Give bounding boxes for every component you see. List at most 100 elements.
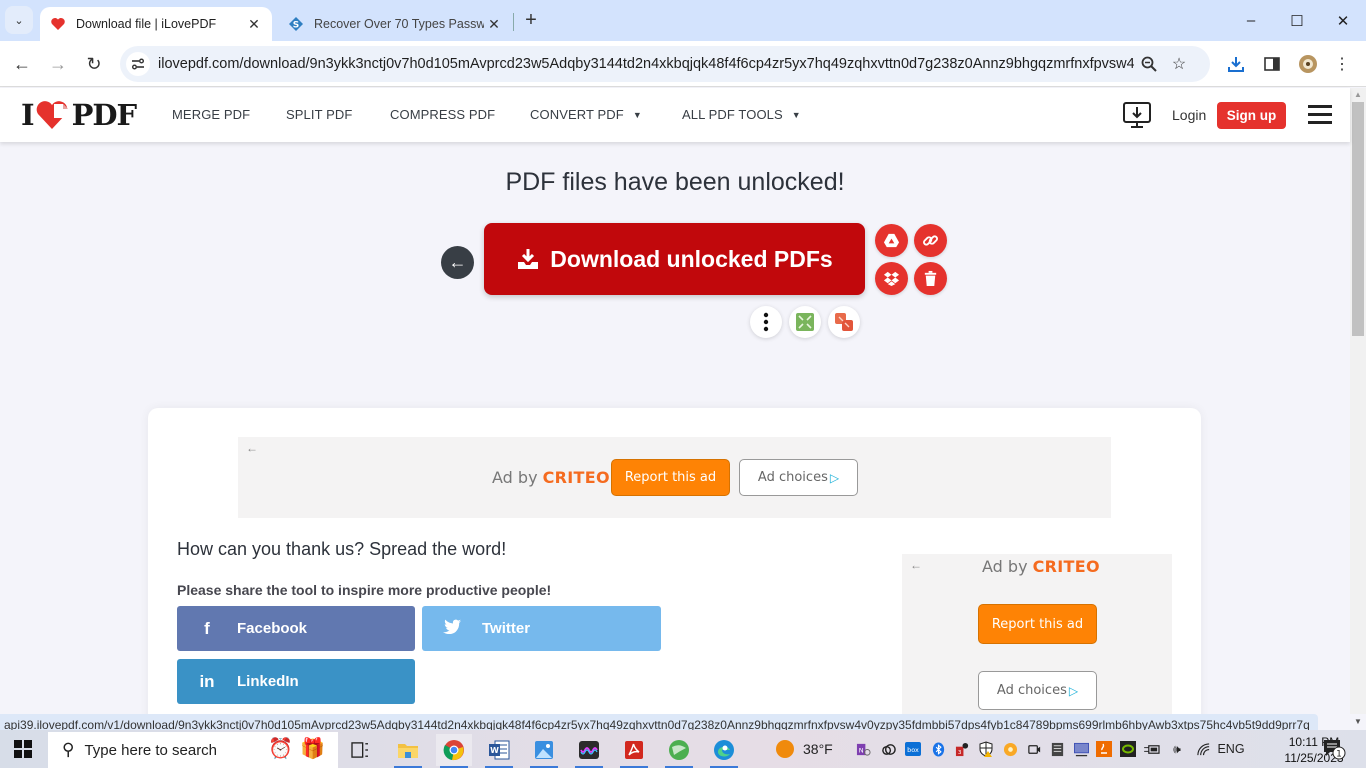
reload-button[interactable]: ↻: [80, 50, 108, 78]
side-panel-button[interactable]: [1258, 50, 1286, 78]
close-tab-icon[interactable]: ✕: [484, 14, 504, 34]
url-text[interactable]: ilovepdf.com/download/9n3ykk3nctj0v7h0d1…: [158, 56, 1134, 72]
ad-choices-button[interactable]: Ad choices ▷: [978, 671, 1097, 710]
weather-temperature[interactable]: 38°F: [803, 738, 833, 760]
search-placeholder: Type here to search: [84, 741, 218, 759]
wifi-icon[interactable]: [1193, 738, 1213, 760]
share-card: ← Ad by CRITEO Report this ad Ad choices…: [148, 408, 1201, 738]
scroll-down-arrow-icon[interactable]: ▼: [1354, 717, 1362, 726]
chrome-menu-button[interactable]: ⋮: [1328, 50, 1356, 78]
nav-convert-pdf[interactable]: CONVERT PDF ▼: [530, 107, 642, 122]
arrow-left-icon: ←: [13, 53, 31, 74]
tab-search-button[interactable]: ⌄: [5, 6, 33, 34]
address-bar[interactable]: ilovepdf.com/download/9n3ykk3nctj0v7h0d1…: [120, 46, 1210, 82]
onenote-tray-icon[interactable]: N: [854, 738, 872, 760]
app-tray-icon[interactable]: 3: [953, 738, 971, 760]
photos-icon[interactable]: [526, 734, 562, 768]
input-language[interactable]: ENG: [1217, 738, 1245, 760]
ad-choices-label: Ad choices: [996, 683, 1067, 698]
bluetooth-icon[interactable]: [929, 738, 947, 760]
share-facebook-button[interactable]: f Facebook: [177, 606, 415, 651]
edge-icon[interactable]: [706, 734, 742, 768]
report-ad-button[interactable]: Report this ad: [611, 459, 730, 496]
page-title: PDF files have been unlocked!: [505, 168, 845, 196]
close-window-button[interactable]: ✕: [1320, 0, 1366, 41]
display-tray-icon[interactable]: [1071, 738, 1091, 760]
windows-start-icon[interactable]: [14, 740, 32, 758]
notification-count: 1: [1336, 750, 1342, 760]
flower-app-icon[interactable]: [1001, 738, 1019, 760]
desktop-app-download-button[interactable]: [1122, 101, 1152, 129]
bookmark-star-icon[interactable]: ☆: [1164, 49, 1194, 79]
share-linkedin-button[interactable]: in LinkedIn: [177, 659, 415, 704]
more-options-button[interactable]: [750, 306, 782, 338]
page-scrollbar[interactable]: ▲ ▼: [1350, 88, 1366, 726]
save-to-google-drive-button[interactable]: [875, 224, 908, 257]
profile-avatar[interactable]: [1294, 50, 1322, 78]
hamburger-menu-icon[interactable]: [1308, 105, 1332, 125]
ad-choices-button[interactable]: Ad choices ▷: [739, 459, 858, 496]
login-link[interactable]: Login: [1172, 107, 1206, 123]
site-info-icon[interactable]: [126, 52, 150, 76]
windows-security-warning-icon[interactable]: [977, 738, 995, 760]
back-arrow-button[interactable]: ←: [441, 246, 474, 279]
nav-merge-pdf[interactable]: MERGE PDF: [172, 107, 250, 122]
tab-ilovepdf[interactable]: Download file | iLovePDF ✕: [40, 7, 272, 41]
minimize-button[interactable]: –: [1228, 0, 1274, 41]
maximize-button[interactable]: ☐: [1274, 0, 1320, 41]
nav-all-pdf-tools[interactable]: ALL PDF TOOLS ▼: [682, 107, 801, 122]
battery-plugged-icon[interactable]: [1143, 738, 1161, 760]
alarm-clock-icon: ⏰: [268, 738, 293, 760]
share-twitter-button[interactable]: Twitter: [422, 606, 661, 651]
task-view-icon[interactable]: [342, 734, 378, 766]
tab-passfab[interactable]: S Recover Over 70 Types Passwor ✕: [278, 7, 512, 41]
download-unlocked-pdfs-button[interactable]: Download unlocked PDFs: [484, 223, 865, 295]
delete-files-button[interactable]: [914, 262, 947, 295]
arrow-right-icon: →: [49, 53, 67, 74]
copy-link-button[interactable]: [914, 224, 947, 257]
chrome-icon[interactable]: [436, 734, 472, 768]
audio-app-icon[interactable]: [571, 734, 607, 768]
close-tab-icon[interactable]: ✕: [244, 14, 264, 34]
caret-down-icon: ▼: [632, 110, 642, 120]
java-update-icon[interactable]: [1095, 738, 1113, 760]
compress-pdf-shortcut[interactable]: [789, 306, 821, 338]
weather-icon[interactable]: [773, 738, 797, 760]
facebook-label: Facebook: [237, 620, 308, 637]
save-to-dropbox-button[interactable]: [875, 262, 908, 295]
ad-banner-side: ← Ad by CRITEO Report this ad Ad choices…: [902, 554, 1172, 738]
downloads-button[interactable]: [1222, 50, 1250, 78]
report-ad-button[interactable]: Report this ad: [978, 604, 1097, 644]
ilovepdf-logo[interactable]: I PDF: [21, 98, 137, 132]
globe-app-icon[interactable]: [661, 734, 697, 768]
file-explorer-icon[interactable]: [390, 734, 426, 768]
scroll-up-arrow-icon[interactable]: ▲: [1354, 90, 1362, 99]
nvidia-icon[interactable]: [1119, 738, 1137, 760]
scrollbar-thumb[interactable]: [1352, 102, 1364, 336]
logo-text-i: I: [21, 98, 35, 132]
reload-icon: ↻: [86, 53, 102, 74]
nav-compress-pdf[interactable]: COMPRESS PDF: [390, 107, 495, 122]
arrow-left-icon: ←: [448, 252, 467, 272]
tab-separator: [513, 13, 514, 31]
action-center-notifications-icon[interactable]: 1: [1322, 738, 1346, 760]
creative-cloud-icon[interactable]: [879, 738, 897, 760]
split-pdf-shortcut[interactable]: [828, 306, 860, 338]
camera-tray-icon[interactable]: [1025, 738, 1043, 760]
volume-icon[interactable]: 🕪: [1166, 738, 1188, 760]
forward-button[interactable]: →: [44, 50, 72, 78]
taskbar-search-box[interactable]: ⚲ Type here to search ⏰ 🎁: [48, 732, 338, 768]
desktop-download-icon: [1123, 102, 1151, 128]
ad-back-arrow-icon[interactable]: ←: [246, 441, 258, 455]
signup-button[interactable]: Sign up: [1217, 102, 1286, 129]
nav-split-pdf[interactable]: SPLIT PDF: [286, 107, 352, 122]
ad-back-arrow-icon[interactable]: ←: [910, 558, 922, 572]
zoom-icon[interactable]: [1134, 49, 1164, 79]
word-icon[interactable]: W: [481, 734, 517, 768]
document-tray-icon[interactable]: [1048, 738, 1066, 760]
new-tab-button[interactable]: +: [520, 9, 542, 31]
back-button[interactable]: ←: [8, 50, 36, 78]
acrobat-icon[interactable]: [616, 734, 652, 768]
tab-title: Download file | iLovePDF: [76, 17, 217, 31]
box-icon[interactable]: box: [904, 738, 922, 760]
